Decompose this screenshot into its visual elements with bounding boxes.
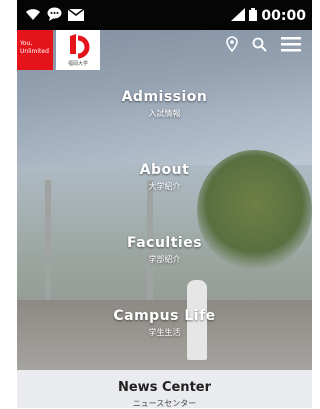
menu-item-label: News Center xyxy=(117,380,212,395)
menu-item-label: Faculties xyxy=(126,235,203,251)
logo-line-1: You, xyxy=(20,40,33,47)
menu-item-label: About xyxy=(139,162,190,178)
menu-item-sublabel: 学部紹介 xyxy=(148,255,181,264)
battery-icon xyxy=(249,6,258,25)
mail-icon xyxy=(67,6,85,25)
status-bar: 00:00 xyxy=(17,0,312,30)
header-actions xyxy=(226,36,301,52)
menu-item-admission[interactable]: Admission 入試情報 xyxy=(17,89,312,119)
menu-icon[interactable] xyxy=(281,36,301,52)
logo-line-2: Unlimited xyxy=(20,48,49,55)
menu-item-sublabel: 大学紹介 xyxy=(148,182,181,191)
menu-item-faculties[interactable]: Faculties 学部紹介 xyxy=(17,235,312,265)
logo-caption: 福岡大学 xyxy=(67,61,88,67)
menu-item-sublabel: ニュースセンター xyxy=(132,399,197,408)
chat-icon xyxy=(47,6,62,25)
brand-tagline-logo[interactable]: You, Unlimited xyxy=(17,30,53,70)
menu-item-sublabel: 学生生活 xyxy=(148,328,181,337)
wifi-icon xyxy=(25,6,41,25)
university-logo[interactable]: 福岡大学 xyxy=(56,30,100,70)
menu-item-about[interactable]: About 大学紹介 xyxy=(17,162,312,192)
location-icon[interactable] xyxy=(226,36,238,52)
search-icon[interactable] xyxy=(252,37,267,52)
status-time: 00:00 xyxy=(261,7,306,24)
menu-item-campus-life[interactable]: Campus Life 学生生活 xyxy=(17,308,312,338)
menu-item-label: Admission xyxy=(121,89,208,105)
menu-item-label: Campus Life xyxy=(113,308,216,324)
menu-item-news-center[interactable]: News Center ニュースセンター xyxy=(17,370,312,408)
university-emblem-icon xyxy=(70,34,90,59)
menu-item-sublabel: 入試情報 xyxy=(148,109,181,118)
signal-icon xyxy=(231,6,246,25)
